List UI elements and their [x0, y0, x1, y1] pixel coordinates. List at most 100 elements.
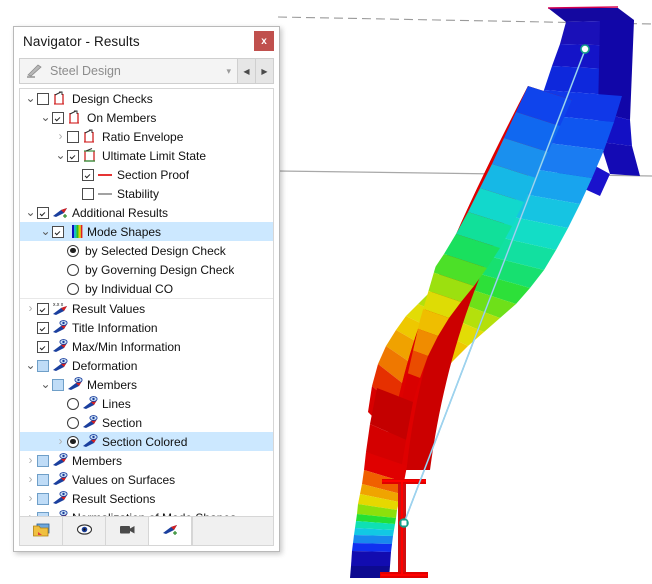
tree-item-by-individual-co[interactable]: by Individual CO	[20, 279, 273, 298]
radio-by-governing-design-check[interactable]	[67, 263, 79, 276]
next-case-button[interactable]: ▶	[256, 58, 274, 84]
tree-item-label: Members	[87, 377, 138, 392]
tree-item-result-sections[interactable]: › Result Sections	[20, 489, 273, 508]
tree-item-members-sub[interactable]: ⌄ Members	[20, 375, 273, 394]
tree-item-label: Members	[72, 453, 123, 468]
tree-item-label: by Individual CO	[85, 281, 174, 296]
chevron-right-icon[interactable]: ›	[54, 432, 67, 451]
checkbox-stability[interactable]	[82, 187, 94, 200]
navigator-tab-toolbar[interactable]	[19, 516, 274, 546]
eye-arrow-icon	[82, 415, 99, 430]
tree-item-label: Deformation	[72, 358, 138, 373]
navigator-titlebar[interactable]: Navigator - Results x	[14, 27, 279, 56]
design-case-combo[interactable]: Steel Design ▾	[19, 58, 238, 84]
tree-item-max-min-information[interactable]: Max/Min Information	[20, 337, 273, 356]
checkbox-deformation[interactable]	[37, 359, 49, 372]
tree-item-deformation[interactable]: ⌄ Deformation	[20, 356, 273, 375]
design-check-icon	[52, 91, 69, 106]
limit-state-icon	[82, 148, 99, 163]
chevron-down-icon[interactable]: ⌄	[24, 356, 37, 375]
checkbox-members-sub[interactable]	[52, 378, 64, 391]
node-marker-top[interactable]	[580, 44, 590, 54]
toolbar-empty-area	[192, 517, 273, 545]
checkbox-normalization-of-mode-shapes[interactable]	[37, 511, 49, 516]
tree-item-ultimate-limit-state[interactable]: ⌄ Ultimate Limit State	[20, 146, 273, 165]
eye-arrow-icon	[82, 434, 99, 449]
radio-lines[interactable]	[67, 397, 79, 410]
tree-item-stability[interactable]: Stability	[20, 184, 273, 203]
design-check-icon	[82, 129, 99, 144]
tree-item-ratio-envelope[interactable]: › Ratio Envelope	[20, 127, 273, 146]
tree-item-additional-results[interactable]: ⌄ Additional Results	[20, 203, 273, 222]
checkbox-title-information[interactable]	[37, 321, 49, 334]
close-icon[interactable]: x	[254, 31, 274, 51]
tree-item-section-colored[interactable]: › Section Colored	[20, 432, 273, 451]
tree-item-label: Additional Results	[72, 205, 169, 220]
chevron-down-icon[interactable]: ▾	[226, 66, 231, 77]
tree-item-on-members[interactable]: ⌄ On Members	[20, 108, 273, 127]
radio-section-colored[interactable]	[67, 435, 79, 448]
tree-item-result-values[interactable]: › x.x x Result Values	[20, 298, 273, 318]
checkbox-values-on-surfaces[interactable]	[37, 473, 49, 486]
tree-item-members[interactable]: › Members	[20, 451, 273, 470]
results-arrow-icon	[162, 522, 179, 540]
chevron-right-icon[interactable]: ›	[24, 470, 37, 489]
result-values-icon: x.x x	[52, 301, 69, 316]
chevron-right-icon[interactable]: ›	[24, 508, 37, 516]
tree-item-section-proof[interactable]: Section Proof	[20, 165, 273, 184]
checkbox-design-checks[interactable]	[37, 92, 49, 105]
results-tree[interactable]: ⌄ Design Checks ⌄ On Members › Ratio Envelope…	[19, 88, 274, 516]
design-check-icon	[67, 110, 84, 125]
chevron-right-icon[interactable]: ›	[24, 451, 37, 470]
tree-item-label: Title Information	[72, 320, 158, 335]
tree-item-mode-shapes[interactable]: ⌄ Mode Shapes	[20, 222, 273, 241]
tree-item-by-selected-design-check[interactable]: by Selected Design Check	[20, 241, 273, 260]
tree-item-design-checks[interactable]: ⌄ Design Checks	[20, 89, 273, 108]
chevron-right-icon[interactable]: ›	[54, 127, 67, 146]
toolbar-button-project-navigator[interactable]	[20, 517, 63, 545]
checkbox-additional-results[interactable]	[37, 206, 49, 219]
chevron-down-icon[interactable]: ⌄	[24, 203, 37, 222]
node-marker-bottom[interactable]	[399, 518, 409, 528]
chevron-down-icon[interactable]: ⌄	[54, 146, 67, 165]
design-case-selector-row: Steel Design ▾ ◀ ▶	[19, 58, 274, 84]
checkbox-max-min-information[interactable]	[37, 340, 49, 353]
section-outline	[547, 6, 619, 9]
svg-text:x.x x: x.x x	[53, 302, 64, 308]
eye-arrow-icon	[82, 396, 99, 411]
chevron-right-icon[interactable]: ›	[24, 489, 37, 508]
folder-image-icon	[32, 522, 50, 540]
checkbox-ratio-envelope[interactable]	[67, 130, 79, 143]
chevron-down-icon[interactable]: ⌄	[39, 222, 52, 241]
checkbox-members[interactable]	[37, 454, 49, 467]
tree-item-section[interactable]: Section	[20, 413, 273, 432]
checkbox-result-values[interactable]	[37, 302, 49, 315]
tree-item-lines[interactable]: Lines	[20, 394, 273, 413]
toolbar-button-results-navigator[interactable]	[149, 517, 192, 545]
chevron-right-icon[interactable]: ›	[24, 299, 37, 318]
tree-item-by-governing-design-check[interactable]: by Governing Design Check	[20, 260, 273, 279]
chevron-down-icon[interactable]: ⌄	[24, 89, 37, 108]
toolbar-button-display-navigator[interactable]	[63, 517, 106, 545]
tree-item-normalization-of-mode-shapes[interactable]: › Normalization of Mode Shapes	[20, 508, 273, 516]
tree-item-title-information[interactable]: Title Information	[20, 318, 273, 337]
previous-case-button[interactable]: ◀	[238, 58, 256, 84]
radio-by-selected-design-check[interactable]	[67, 244, 79, 257]
chevron-down-icon[interactable]: ⌄	[39, 375, 52, 394]
tree-item-label: Lines	[102, 396, 131, 411]
tree-item-label: Ratio Envelope	[102, 129, 184, 144]
eye-arrow-icon	[52, 358, 69, 373]
checkbox-mode-shapes[interactable]	[52, 225, 64, 238]
tree-item-values-on-surfaces[interactable]: › Values on Surfaces	[20, 470, 273, 489]
tree-item-label: Section	[102, 415, 143, 430]
checkbox-ultimate-limit-state[interactable]	[67, 149, 79, 162]
checkbox-on-members[interactable]	[52, 111, 64, 124]
chevron-down-icon[interactable]: ⌄	[39, 108, 52, 127]
radio-by-individual-co[interactable]	[67, 282, 79, 295]
navigator-results-panel: Navigator - Results x Steel Design ▾ ◀ ▶…	[13, 26, 280, 552]
radio-section[interactable]	[67, 416, 79, 429]
checkbox-section-proof[interactable]	[82, 168, 94, 181]
toolbar-button-views-navigator[interactable]	[106, 517, 149, 545]
eye-arrow-icon	[67, 377, 84, 392]
checkbox-result-sections[interactable]	[37, 492, 49, 505]
